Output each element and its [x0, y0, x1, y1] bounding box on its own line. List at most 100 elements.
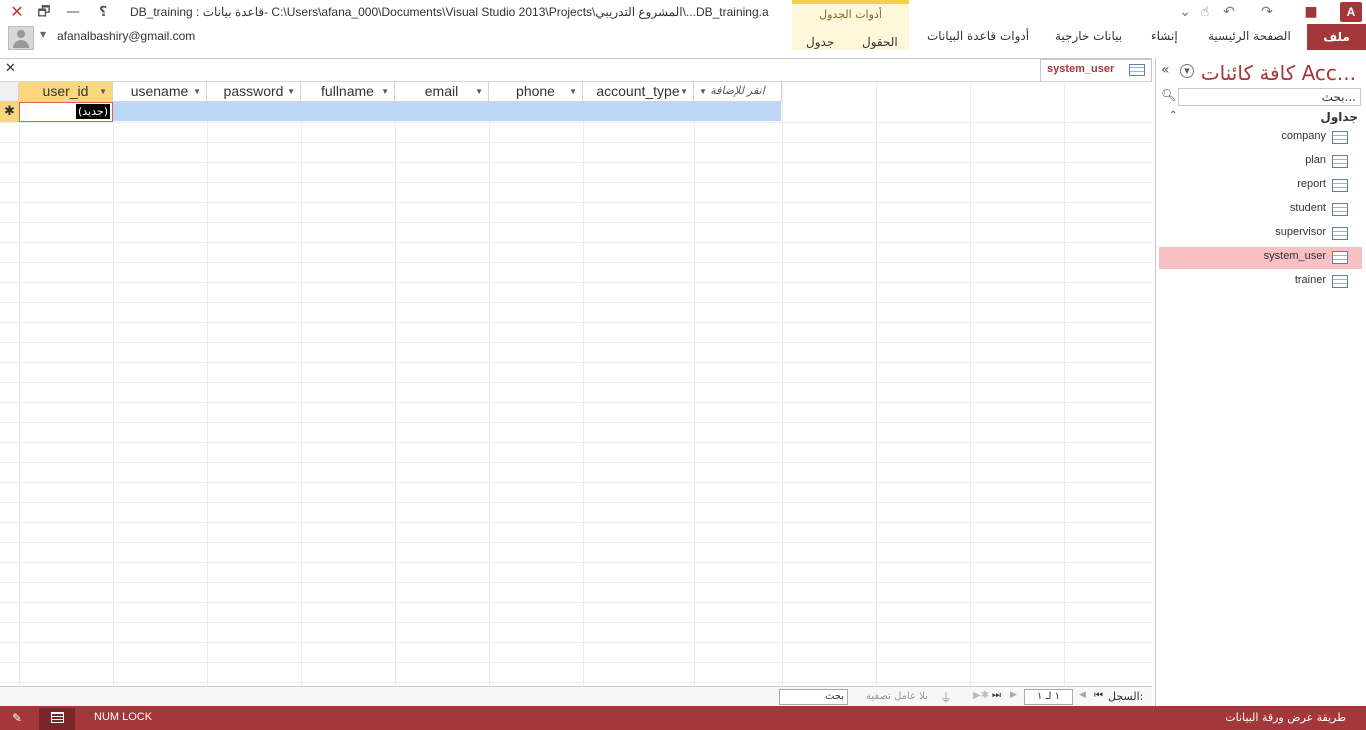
column-dropdown-icon[interactable]: ▼ — [680, 83, 688, 101]
filter-status[interactable]: بلا عامل تصفية — [866, 691, 928, 702]
table-item-student[interactable]: student — [1159, 199, 1362, 221]
column-dropdown-icon[interactable]: ▼ — [99, 83, 107, 101]
column-dropdown-icon[interactable]: ▼ — [193, 83, 201, 101]
table-item-plan[interactable]: plan — [1159, 151, 1362, 173]
record-search-input[interactable]: بحث — [779, 689, 848, 705]
new-record-marker[interactable]: ✱ — [0, 102, 19, 122]
grid-row-line — [0, 622, 1152, 623]
table-item-label: student — [1289, 202, 1326, 214]
grid-column-line — [395, 82, 396, 686]
record-position-input[interactable]: ١ لـ ١ — [1024, 689, 1073, 705]
grid-row-line — [0, 302, 1152, 303]
grid-row-line — [0, 362, 1152, 363]
close-window-button[interactable]: ✕ — [4, 2, 30, 22]
tab-external-data[interactable]: بيانات خارجية — [1055, 29, 1122, 43]
window-title: DB_training : قاعدة بيانات- C:\Users\afa… — [130, 5, 769, 19]
undo-icon[interactable]: ↶ — [1220, 4, 1238, 20]
table-icon — [1332, 275, 1348, 288]
column-dropdown-icon[interactable]: ▼ — [569, 83, 577, 101]
column-header-label: fullname — [321, 83, 374, 99]
file-tab[interactable]: ملف — [1307, 24, 1366, 50]
navigation-search-input[interactable]: بحث... — [1178, 88, 1361, 106]
table-item-trainer[interactable]: trainer — [1159, 271, 1362, 293]
column-header-email[interactable]: email ▼ — [395, 82, 489, 102]
next-record-button[interactable]: ▶ — [1010, 690, 1017, 700]
column-header-password[interactable]: password ▼ — [207, 82, 301, 102]
table-item-report[interactable]: report — [1159, 175, 1362, 197]
customize-icon[interactable]: ⌄ — [1176, 4, 1194, 20]
select-all-corner[interactable] — [0, 82, 19, 102]
grid-row-line — [0, 182, 1152, 183]
table-item-system-user[interactable]: system_user — [1159, 247, 1362, 269]
column-header-label: email — [424, 83, 459, 99]
avatar[interactable] — [8, 26, 34, 50]
tab-database-tools[interactable]: أدوات قاعدة البيانات — [927, 29, 1029, 43]
grid-column-line — [207, 82, 208, 686]
grid-row-line — [0, 662, 1152, 663]
new-row-band[interactable] — [113, 102, 781, 121]
grid-row-line — [0, 282, 1152, 283]
column-dropdown-icon[interactable]: ▼ — [699, 83, 707, 101]
tab-home[interactable]: الصفحة الرئيسية — [1208, 29, 1291, 43]
save-icon[interactable]: ■ — [1302, 4, 1320, 20]
grid-row-line — [0, 422, 1152, 423]
new-record-cell[interactable]: (جديد) — [19, 102, 113, 122]
column-header-label: account_type — [596, 83, 680, 99]
redo-icon[interactable]: ↷ — [1258, 4, 1276, 20]
access-logo: A — [1340, 2, 1362, 22]
collapse-pane-icon[interactable]: « — [1161, 62, 1170, 78]
table-item-supervisor[interactable]: supervisor — [1159, 223, 1362, 245]
column-dropdown-icon[interactable]: ▼ — [381, 83, 389, 101]
previous-record-button[interactable]: ◀ — [1079, 690, 1086, 700]
table-icon — [1332, 227, 1348, 240]
minimize-window-button[interactable]: — — [60, 2, 86, 22]
grid-row-line — [0, 202, 1152, 203]
title-bar: ✕ 🗗 — ؟ DB_training : قاعدة بيانات- C:\U… — [0, 0, 1366, 26]
grid-column-line — [19, 82, 20, 686]
navigation-pane-title[interactable]: كافة كائنات Acc... — [1201, 61, 1356, 85]
column-header-user-id[interactable]: user_id ▼ — [19, 82, 113, 102]
numlock-indicator: NUM LOCK — [94, 711, 153, 723]
touch-mode-icon[interactable]: ☝ — [1196, 4, 1214, 20]
search-icon[interactable]: 🔍︎ — [1161, 88, 1176, 102]
grid-row-line — [0, 162, 1152, 163]
table-icon — [1332, 251, 1348, 264]
tables-group-header[interactable]: جداول — [1320, 110, 1358, 124]
datasheet-grid[interactable]: user_id ▼ usename ▼ password ▼ fullname ▼ em… — [0, 81, 1152, 686]
column-header-fullname[interactable]: fullname ▼ — [301, 82, 395, 102]
record-label: السجل: — [1108, 690, 1144, 703]
table-item-company[interactable]: company — [1159, 127, 1362, 149]
grid-column-line — [782, 82, 783, 686]
restore-window-button[interactable]: 🗗 — [31, 2, 57, 22]
grid-row-line — [0, 462, 1152, 463]
help-button[interactable]: ؟ — [90, 2, 116, 22]
add-column-header[interactable]: انقر للإضافة ▼ — [694, 82, 782, 102]
last-record-button[interactable]: ⏭ — [992, 690, 1001, 701]
collapse-group-icon[interactable]: ⌃ — [1169, 110, 1177, 121]
column-dropdown-icon[interactable]: ▼ — [287, 83, 295, 101]
account-email[interactable]: afanalbashiry@gmail.com — [57, 29, 195, 43]
filter-icon[interactable]: ⏚ — [940, 689, 952, 706]
grid-row-line — [0, 242, 1152, 243]
column-header-label: password — [223, 83, 284, 99]
grid-row-line — [0, 582, 1152, 583]
column-header-phone[interactable]: phone ▼ — [489, 82, 583, 102]
datasheet-view-button[interactable] — [39, 708, 75, 730]
document-tab[interactable]: system_user — [1040, 59, 1152, 81]
status-bar: ✎ NUM LOCK طريقة عرض ورقة البيانات — [0, 706, 1366, 730]
close-document-button[interactable]: ✕ — [5, 61, 16, 76]
tab-create[interactable]: إنشاء — [1151, 29, 1178, 43]
account-dropdown-icon[interactable]: ▼ — [40, 30, 46, 39]
column-header-usename[interactable]: usename ▼ — [113, 82, 207, 102]
grid-column-line — [876, 82, 877, 686]
pane-menu-icon[interactable]: ▼ — [1180, 64, 1194, 78]
column-dropdown-icon[interactable]: ▼ — [475, 83, 483, 101]
table-item-label: plan — [1305, 154, 1326, 166]
ribbon-tabs: الصفحة الرئيسية إنشاء بيانات خارجية أدوا… — [0, 26, 1366, 50]
grid-row-line — [0, 262, 1152, 263]
design-view-icon[interactable]: ✎ — [12, 711, 22, 725]
grid-column-line — [301, 82, 302, 686]
column-header-account-type[interactable]: account_type ▼ — [583, 82, 694, 102]
first-record-button[interactable]: ⏮ — [1094, 690, 1103, 701]
new-record-button[interactable]: ▶✱ — [973, 690, 989, 701]
